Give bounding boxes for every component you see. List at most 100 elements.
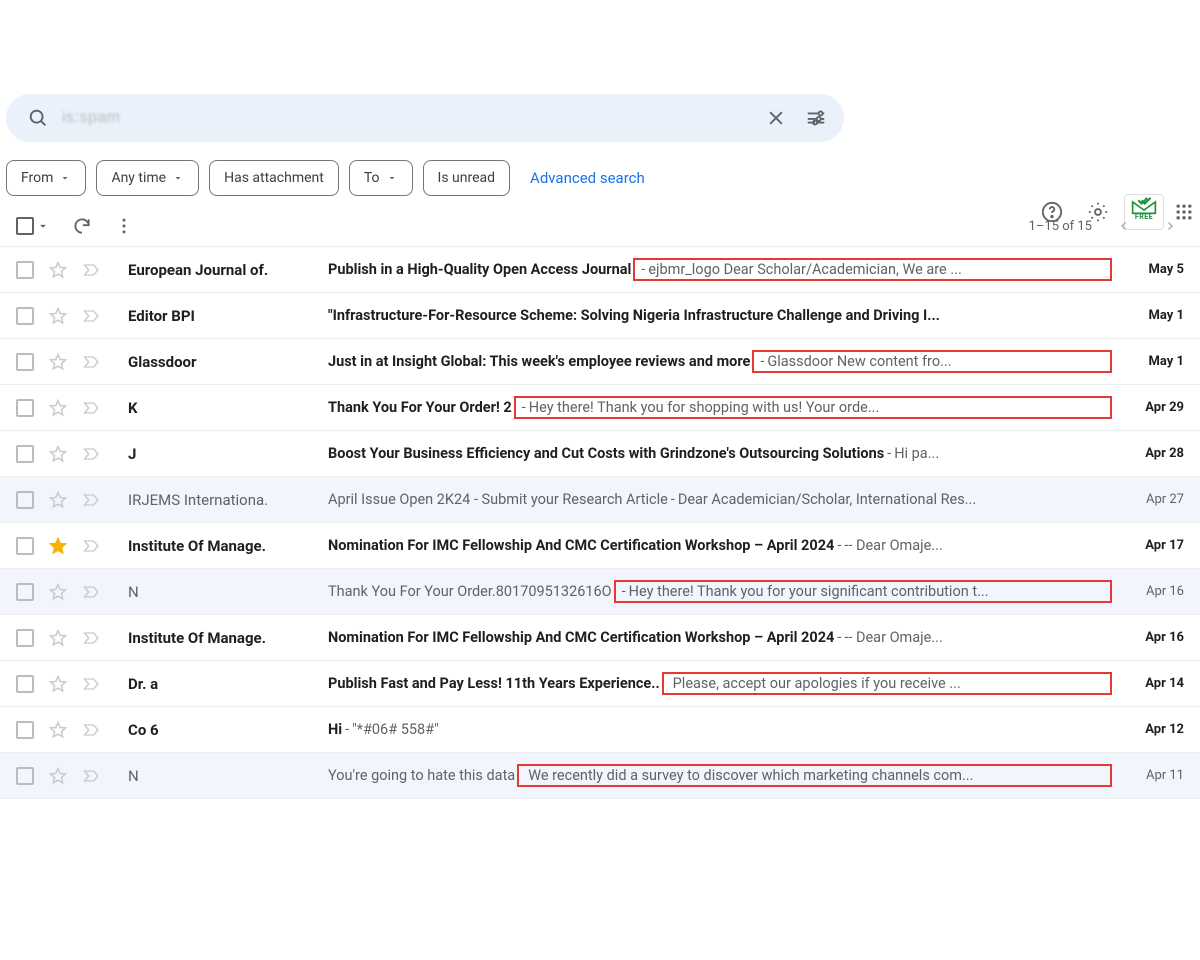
important-icon[interactable] — [82, 445, 102, 462]
highlighted-snippet: We recently did a survey to discover whi… — [517, 764, 1112, 787]
refresh-icon[interactable] — [72, 216, 92, 236]
email-row[interactable]: IRJEMS Internationa.April Issue Open 2K2… — [0, 477, 1200, 523]
row-checkbox[interactable] — [16, 307, 34, 325]
important-icon[interactable] — [82, 767, 102, 784]
search-input[interactable] — [58, 109, 756, 127]
chip-label: Has attachment — [224, 170, 324, 186]
snippet: Hey there! Thank you for your significan… — [629, 583, 1107, 600]
row-checkbox[interactable] — [16, 583, 34, 601]
filter-attachment-chip[interactable]: Has attachment — [209, 160, 339, 196]
email-row[interactable]: GlassdoorJust in at Insight Global: This… — [0, 339, 1200, 385]
date: May 1 — [1122, 354, 1184, 369]
star-icon[interactable] — [48, 766, 68, 786]
advanced-search-link[interactable]: Advanced search — [530, 169, 645, 187]
chevron-down-icon[interactable] — [36, 219, 50, 233]
subject: Nomination For IMC Fellowship And CMC Ce… — [328, 537, 834, 554]
date: Apr 17 — [1122, 538, 1184, 553]
subject: Hi — [328, 721, 342, 738]
filter-to-chip[interactable]: To — [349, 160, 413, 196]
row-checkbox[interactable] — [16, 399, 34, 417]
star-icon[interactable] — [48, 260, 68, 280]
sender: K — [128, 399, 328, 417]
email-row[interactable]: NThank You For Your Order.8017095132616O… — [0, 569, 1200, 615]
important-icon[interactable] — [82, 675, 102, 692]
important-icon[interactable] — [82, 629, 102, 646]
subject: Thank You For Your Order! 2 — [328, 399, 512, 416]
prev-page-icon[interactable] — [1118, 220, 1138, 232]
star-icon[interactable] — [48, 444, 68, 464]
row-checkbox[interactable] — [16, 537, 34, 555]
star-icon[interactable] — [48, 582, 68, 602]
more-icon[interactable] — [114, 216, 134, 236]
sender: J — [128, 445, 328, 463]
email-list: European Journal of.Publish in a High-Qu… — [0, 247, 1200, 799]
select-all-checkbox[interactable] — [16, 217, 50, 235]
filter-chip-row: From Any time Has attachment To Is unrea… — [0, 160, 1200, 210]
row-checkbox[interactable] — [16, 491, 34, 509]
date: Apr 16 — [1122, 584, 1184, 599]
row-checkbox[interactable] — [16, 629, 34, 647]
chevron-down-icon — [59, 172, 71, 184]
star-icon[interactable] — [48, 628, 68, 648]
search-options-icon[interactable] — [796, 98, 836, 138]
next-page-icon[interactable] — [1164, 220, 1184, 232]
filter-anytime-chip[interactable]: Any time — [96, 160, 199, 196]
snippet: Hi pa... — [894, 445, 1112, 462]
date: Apr 16 — [1122, 630, 1184, 645]
subject: Publish Fast and Pay Less! 11th Years Ex… — [328, 675, 660, 692]
sender: Glassdoor — [128, 353, 328, 371]
star-icon[interactable] — [48, 352, 68, 372]
subject-line: Publish in a High-Quality Open Access Jo… — [328, 258, 1112, 281]
subject: Thank You For Your Order.8017095132616O — [328, 583, 612, 600]
subject: Nomination For IMC Fellowship And CMC Ce… — [328, 629, 834, 646]
subject: Boost Your Business Efficiency and Cut C… — [328, 445, 884, 462]
email-row[interactable]: KThank You For Your Order! 2 - Hey there… — [0, 385, 1200, 431]
search-bar — [6, 94, 844, 142]
email-row[interactable]: JBoost Your Business Efficiency and Cut … — [0, 431, 1200, 477]
chip-label: Is unread — [438, 170, 496, 186]
row-checkbox[interactable] — [16, 675, 34, 693]
filter-from-chip[interactable]: From — [6, 160, 86, 196]
date: May 1 — [1122, 308, 1184, 323]
star-icon[interactable] — [48, 720, 68, 740]
email-row[interactable]: European Journal of.Publish in a High-Qu… — [0, 247, 1200, 293]
important-icon[interactable] — [82, 261, 102, 278]
important-icon[interactable] — [82, 353, 102, 370]
snippet: -- Dear Omaje... — [844, 537, 1112, 554]
important-icon[interactable] — [82, 583, 102, 600]
email-row[interactable]: Institute Of Manage.Nomination For IMC F… — [0, 615, 1200, 661]
star-icon[interactable] — [48, 674, 68, 694]
filter-unread-chip[interactable]: Is unread — [423, 160, 511, 196]
sender: Co 6 — [128, 721, 328, 739]
important-icon[interactable] — [82, 537, 102, 554]
subject-line: Just in at Insight Global: This week's e… — [328, 350, 1112, 373]
important-icon[interactable] — [82, 399, 102, 416]
important-icon[interactable] — [82, 307, 102, 324]
search-icon[interactable] — [18, 98, 58, 138]
highlighted-snippet: - ejbmr_logo Dear Scholar/Academician, W… — [633, 258, 1112, 281]
clear-search-icon[interactable] — [756, 98, 796, 138]
email-row[interactable]: Editor BPI"Infrastructure-For-Resource S… — [0, 293, 1200, 339]
email-row[interactable]: Institute Of Manage.Nomination For IMC F… — [0, 523, 1200, 569]
subject-line: "Infrastructure-For-Resource Scheme: Sol… — [328, 307, 1112, 324]
important-icon[interactable] — [82, 491, 102, 508]
star-icon[interactable] — [48, 536, 68, 556]
star-icon[interactable] — [48, 490, 68, 510]
star-icon[interactable] — [48, 306, 68, 326]
snippet: -- Dear Omaje... — [844, 629, 1112, 646]
row-checkbox[interactable] — [16, 721, 34, 739]
email-row[interactable]: NYou're going to hate this data We recen… — [0, 753, 1200, 799]
snippet: We recently did a survey to discover whi… — [528, 767, 1107, 784]
email-row[interactable]: Dr. aPublish Fast and Pay Less! 11th Yea… — [0, 661, 1200, 707]
row-checkbox[interactable] — [16, 353, 34, 371]
row-checkbox[interactable] — [16, 445, 34, 463]
highlighted-snippet: Please, accept our apologies if you rece… — [662, 672, 1112, 695]
subject-line: Hi - "*#06# 558#" — [328, 721, 1112, 738]
important-icon[interactable] — [82, 721, 102, 738]
star-icon[interactable] — [48, 398, 68, 418]
subject-line: Publish Fast and Pay Less! 11th Years Ex… — [328, 672, 1112, 695]
row-checkbox[interactable] — [16, 767, 34, 785]
email-row[interactable]: Co 6Hi - "*#06# 558#"Apr 12 — [0, 707, 1200, 753]
chip-label: From — [21, 170, 53, 186]
row-checkbox[interactable] — [16, 261, 34, 279]
